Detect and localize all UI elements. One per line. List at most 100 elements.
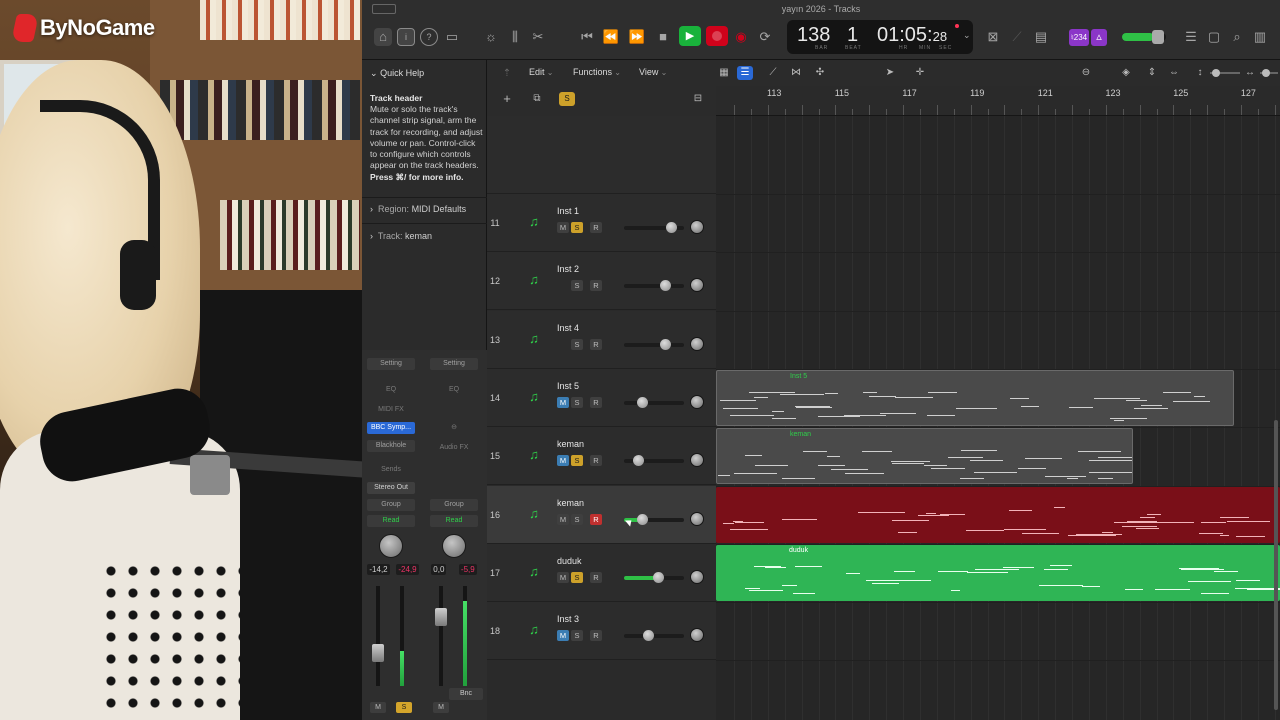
smart-controls-icon[interactable]: ☼ (482, 28, 500, 46)
track-mute-button[interactable]: M (557, 396, 569, 408)
track-record-button[interactable]: R (590, 396, 602, 408)
track-pan-knob[interactable] (690, 278, 704, 293)
track-volume-slider[interactable] (624, 455, 684, 467)
track-header[interactable]: 16 ♫ keman M S R (487, 485, 716, 544)
music-note-icon[interactable]: ♫ (525, 330, 543, 348)
track-solo-button[interactable]: S (571, 338, 583, 350)
count-in-button[interactable]: ♮234 (1069, 29, 1089, 46)
track-volume-slider[interactable] (624, 571, 684, 583)
view-menu[interactable]: View (639, 67, 667, 77)
eq-display[interactable]: EQ (430, 384, 478, 396)
volume-fader-cap[interactable] (372, 644, 384, 663)
track-header[interactable]: 13 ♫ Inst 4 SR (487, 310, 716, 369)
vertical-zoom-icon[interactable]: ↕ (1192, 66, 1208, 80)
duplicate-track-icon[interactable]: ⧉ (529, 92, 545, 106)
track-name[interactable]: Inst 4 (557, 323, 579, 333)
automation-icon[interactable]: ⟋ (765, 66, 781, 80)
track-name[interactable]: Inst 1 (557, 206, 579, 216)
music-note-icon[interactable]: ♫ (525, 388, 543, 406)
track-record-button[interactable]: R (590, 630, 602, 642)
track-name[interactable]: Inst 2 (557, 264, 579, 274)
zoom-knob[interactable] (1212, 69, 1220, 77)
track-pan-knob[interactable] (690, 569, 704, 584)
group-slot[interactable]: Group (430, 499, 478, 511)
capture-recording-icon[interactable]: ◉ (732, 28, 750, 46)
track-pan-knob[interactable] (690, 220, 704, 234)
vertical-zoom-slider[interactable] (1210, 69, 1240, 77)
search-icon[interactable]: ⌕ (1228, 28, 1246, 46)
track-record-button[interactable]: R (590, 571, 602, 583)
track-record-button[interactable]: R (590, 338, 602, 350)
track-mute-button[interactable]: M (557, 571, 569, 583)
browsers-icon[interactable]: ▥ (1251, 28, 1269, 46)
global-solo-icon[interactable]: S (559, 92, 575, 106)
track-name[interactable]: keman (557, 498, 584, 508)
lcd-chevron-icon[interactable]: ⌄ (963, 30, 971, 41)
track-name[interactable]: Inst 3 (557, 614, 579, 624)
track-volume-slider[interactable] (624, 222, 684, 233)
track-volume-knob[interactable] (637, 513, 648, 525)
instrument-slot[interactable]: BBC Symp... (367, 422, 415, 434)
track-header[interactable]: 12 ♫ Inst 2 SR (487, 252, 716, 311)
pan-knob[interactable] (379, 534, 403, 558)
stop-icon[interactable]: ■ (654, 28, 672, 46)
horizontal-zoom-slider[interactable] (1260, 69, 1278, 77)
track-mute-button[interactable]: M (557, 455, 569, 467)
midi-fx-slot[interactable]: MIDI FX (367, 404, 415, 416)
track-record-button[interactable]: R (590, 513, 602, 525)
solo-button[interactable]: S (396, 702, 412, 713)
track-volume-slider[interactable] (624, 338, 684, 350)
track-pan-knob[interactable] (690, 336, 704, 351)
music-note-icon[interactable]: ♫ (525, 563, 543, 581)
master-volume-knob[interactable] (1152, 30, 1164, 44)
track-pan-knob[interactable] (690, 628, 704, 643)
track-solo-button[interactable]: S (571, 280, 583, 292)
bounce-button[interactable]: Bnc (449, 688, 483, 700)
track-volume-slider[interactable] (624, 396, 684, 408)
zoom-knob[interactable] (1262, 69, 1270, 77)
toolbar-icon[interactable]: ▭ (443, 28, 461, 46)
track-solo-button[interactable]: S (571, 630, 583, 642)
record-button[interactable] (706, 26, 728, 46)
track-volume-knob[interactable] (637, 396, 648, 408)
tuner-icon[interactable]: ⟋ (1008, 28, 1026, 46)
solo-icon[interactable]: ▤ (1032, 28, 1050, 46)
audio-fx-slot[interactable]: Audio FX (430, 442, 478, 454)
midi-region[interactable] (716, 486, 1280, 543)
catch-icon[interactable]: ⇡ (499, 67, 515, 81)
track-header[interactable]: 18 ♫ Inst 3 MSR (487, 602, 716, 661)
track-view-icon[interactable]: ⊟ (690, 92, 706, 106)
track-inspector-row[interactable]: › Track: keman (370, 231, 432, 241)
volume-fader-cap[interactable] (435, 608, 447, 626)
track-record-button[interactable]: R (590, 455, 602, 467)
add-track-icon[interactable]: + (499, 92, 515, 106)
track-header[interactable]: 17 ♫ duduk M S R (487, 543, 716, 602)
track-solo-button[interactable]: S (571, 571, 583, 583)
master-volume-slider[interactable] (1122, 30, 1166, 44)
volume-fader-track[interactable] (376, 586, 380, 686)
fit-icon[interactable]: ⇕ (1144, 66, 1160, 80)
lcd-display[interactable]: 138 1 01:05:28 BAR BEAT HR MIN SEC ⌄ (787, 20, 973, 54)
output-slot[interactable]: Stereo Out (367, 482, 415, 494)
track-volume-knob[interactable] (643, 630, 654, 642)
track-solo-button[interactable]: S (571, 455, 583, 467)
track-record-button[interactable]: R (590, 222, 602, 233)
track-header[interactable]: 11 ♫ Inst 1 MSR (487, 194, 716, 252)
automation-mode[interactable]: Read (367, 515, 415, 527)
horizontal-zoom-icon[interactable]: ↔ (1242, 66, 1258, 80)
flex-icon[interactable]: ⋈ (788, 66, 804, 80)
track-volume-knob[interactable] (633, 455, 645, 467)
play-button[interactable]: ▶ (679, 26, 701, 46)
pencil-tool-icon[interactable]: ✛ (912, 66, 928, 80)
grid-view-icon[interactable]: ▦ (716, 66, 732, 80)
track-pan-knob[interactable] (690, 394, 704, 409)
region-inspector-row[interactable]: › Region: MIDI Defaults (370, 204, 466, 214)
midi-region[interactable]: keman (716, 428, 1133, 485)
track-name[interactable]: duduk (557, 556, 582, 566)
track-volume-knob[interactable] (659, 338, 671, 350)
mute-button[interactable]: M (433, 702, 449, 713)
quick-help-icon[interactable]: ? (420, 28, 438, 46)
music-note-icon[interactable]: ♫ (525, 505, 543, 523)
metronome-icon[interactable]: ▵ (1091, 29, 1107, 46)
editors-icon[interactable]: ✂ (529, 28, 547, 46)
